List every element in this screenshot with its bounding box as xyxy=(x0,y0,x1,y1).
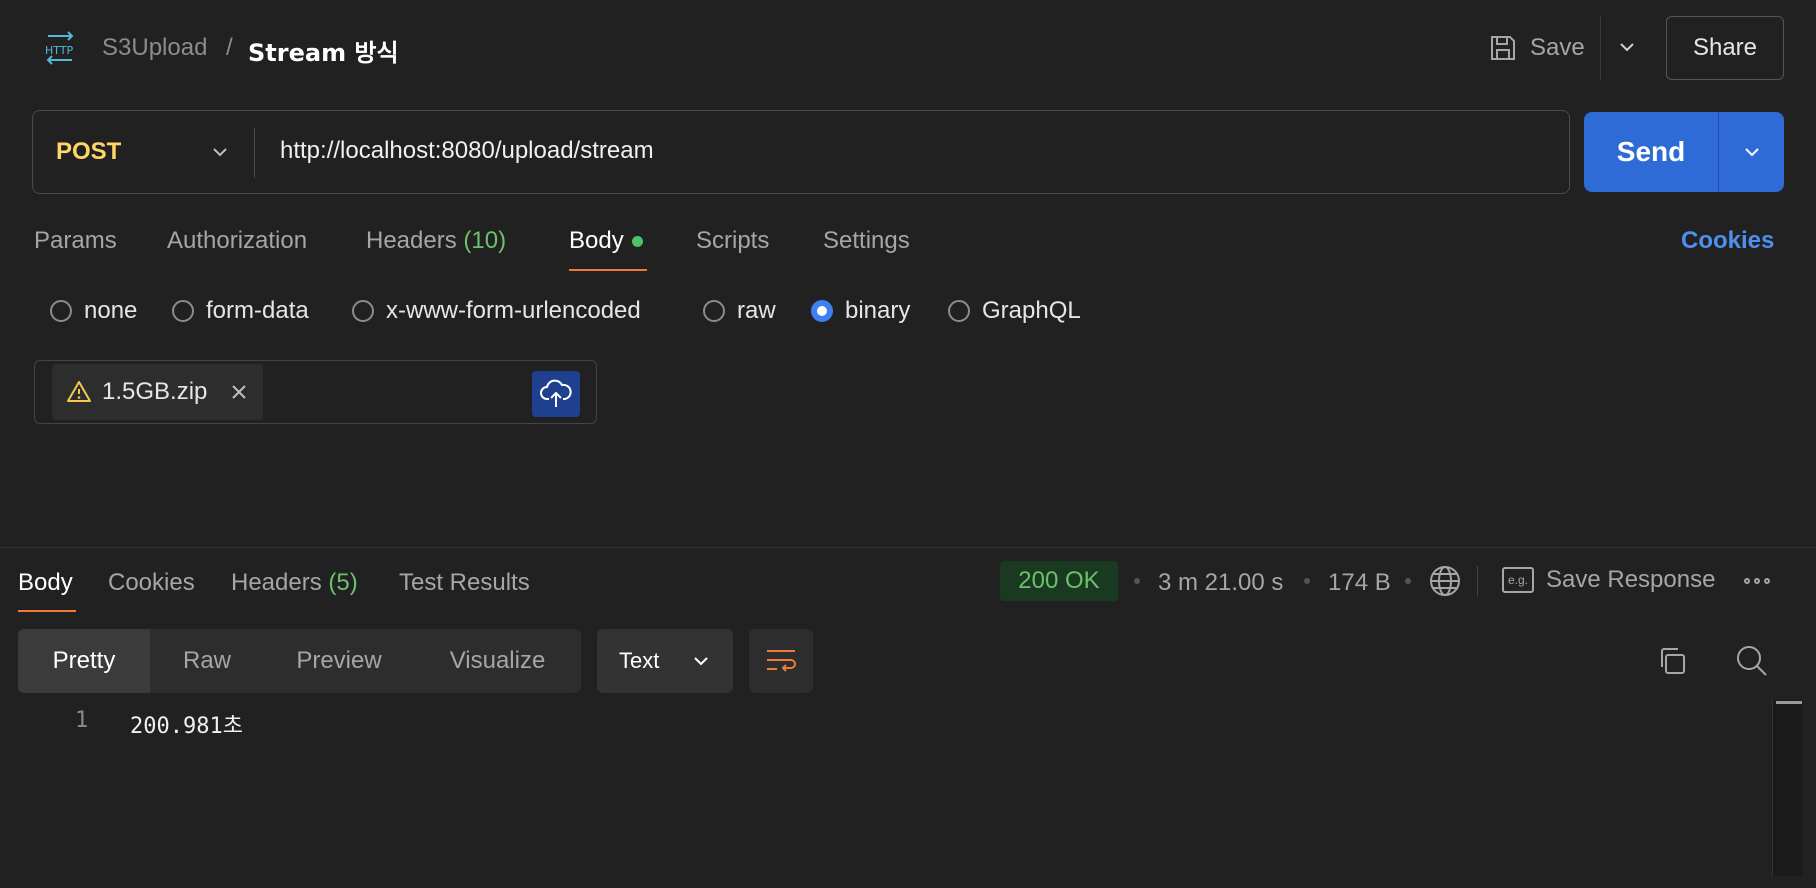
radio-urlencoded[interactable] xyxy=(352,300,374,322)
view-mode-group: Pretty Raw Preview Visualize xyxy=(18,629,581,693)
upload-file-button[interactable] xyxy=(532,371,580,417)
send-options-button[interactable] xyxy=(1718,112,1784,192)
response-body-line: 200.981초 xyxy=(130,714,243,739)
radio-graphql-label: GraphQL xyxy=(982,297,1081,324)
radio-binary-label: binary xyxy=(845,297,911,324)
response-tab-test-results[interactable]: Test Results xyxy=(399,569,530,597)
tab-body-underline xyxy=(569,269,647,271)
cloud-upload-icon xyxy=(540,379,572,409)
meta-separator-dot xyxy=(1134,578,1140,584)
response-size[interactable]: 174 B xyxy=(1328,569,1391,597)
view-visualize[interactable]: Visualize xyxy=(414,629,581,693)
meta-separator-dot xyxy=(1304,578,1310,584)
format-label: Text xyxy=(619,648,660,673)
tab-headers-count: (10) xyxy=(463,227,507,254)
chevron-down-icon xyxy=(691,651,711,671)
save-response-button[interactable]: e.g. Save Response xyxy=(1502,566,1715,594)
line-number: 1 xyxy=(75,708,89,733)
breadcrumb-collection[interactable]: S3Upload xyxy=(102,34,207,62)
warning-icon xyxy=(66,379,92,405)
response-scrollbar[interactable] xyxy=(1772,700,1802,876)
tab-settings[interactable]: Settings xyxy=(823,227,910,255)
save-divider xyxy=(1600,16,1601,80)
method-select[interactable]: POST xyxy=(34,112,252,192)
body-active-dot xyxy=(631,235,643,247)
tab-scripts[interactable]: Scripts xyxy=(696,227,769,255)
radio-graphql[interactable] xyxy=(948,300,970,322)
response-tab-cookies[interactable]: Cookies xyxy=(108,569,195,597)
chevron-down-icon xyxy=(1617,37,1637,57)
body-type-raw[interactable]: raw xyxy=(703,297,776,325)
response-time[interactable]: 3 m 21.00 s xyxy=(1158,569,1283,597)
wrap-lines-icon xyxy=(765,647,797,675)
radio-raw[interactable] xyxy=(703,300,725,322)
status-badge[interactable]: 200 OK xyxy=(1000,561,1118,601)
radio-none[interactable] xyxy=(50,300,72,322)
cookies-link[interactable]: Cookies xyxy=(1681,227,1774,255)
request-title[interactable]: Stream 방식 xyxy=(248,33,399,68)
view-pretty[interactable]: Pretty xyxy=(18,629,150,693)
save-response-label: Save Response xyxy=(1546,566,1716,593)
save-icon xyxy=(1488,33,1518,63)
save-options-button[interactable] xyxy=(1612,32,1642,62)
copy-icon[interactable] xyxy=(1656,645,1688,677)
breadcrumb-separator: / xyxy=(226,34,233,61)
method-divider xyxy=(254,128,255,178)
response-tab-headers-label: Headers xyxy=(231,569,322,596)
example-icon: e.g. xyxy=(1502,567,1534,593)
radio-form-data[interactable] xyxy=(172,300,194,322)
tab-body[interactable]: Body xyxy=(569,227,643,255)
format-select[interactable]: Text xyxy=(597,629,733,693)
tab-headers[interactable]: Headers (10) xyxy=(366,227,506,255)
share-button[interactable]: Share xyxy=(1666,16,1784,80)
request-url-bar xyxy=(32,110,1570,194)
send-button[interactable]: Send xyxy=(1584,112,1718,192)
url-input[interactable]: http://localhost:8080/upload/stream xyxy=(280,137,654,165)
tab-authorization[interactable]: Authorization xyxy=(167,227,307,255)
globe-icon[interactable] xyxy=(1428,564,1462,598)
response-scrollbar-thumb[interactable] xyxy=(1776,701,1802,704)
meta-divider xyxy=(1477,566,1478,596)
body-type-binary[interactable]: binary xyxy=(811,297,910,325)
method-label: POST xyxy=(56,138,122,165)
chevron-down-icon xyxy=(210,142,230,162)
save-button[interactable]: Save xyxy=(1488,30,1585,66)
file-chip: 1.5GB.zip xyxy=(52,364,264,420)
http-icon: HTTP xyxy=(42,30,78,66)
tab-body-label: Body xyxy=(569,227,624,254)
file-name: 1.5GB.zip xyxy=(102,378,208,405)
view-preview[interactable]: Preview xyxy=(264,629,414,693)
wrap-lines-button[interactable] xyxy=(749,629,813,693)
radio-none-label: none xyxy=(84,297,138,324)
tab-params[interactable]: Params xyxy=(34,227,117,255)
meta-separator-dot xyxy=(1405,578,1411,584)
body-type-urlencoded[interactable]: x-www-form-urlencoded xyxy=(352,297,641,325)
search-icon[interactable] xyxy=(1735,644,1769,678)
body-type-none[interactable]: none xyxy=(50,297,137,325)
remove-file-icon[interactable] xyxy=(229,382,249,402)
save-label: Save xyxy=(1530,34,1585,61)
radio-raw-label: raw xyxy=(737,297,776,324)
tab-headers-label: Headers xyxy=(366,227,457,254)
response-tab-headers[interactable]: Headers (5) xyxy=(231,569,358,597)
pane-divider[interactable] xyxy=(0,547,1816,548)
radio-form-data-label: form-data xyxy=(206,297,309,324)
radio-urlencoded-label: x-www-form-urlencoded xyxy=(386,297,641,324)
response-tab-body-underline xyxy=(18,610,76,612)
body-type-graphql[interactable]: GraphQL xyxy=(948,297,1081,325)
more-options-icon[interactable] xyxy=(1744,578,1770,584)
svg-text:HTTP: HTTP xyxy=(45,44,74,57)
response-tab-headers-count: (5) xyxy=(328,569,358,596)
view-raw[interactable]: Raw xyxy=(150,629,264,693)
chevron-down-icon xyxy=(1742,142,1762,162)
radio-binary[interactable] xyxy=(811,300,833,322)
body-type-form-data[interactable]: form-data xyxy=(172,297,309,325)
response-tab-body[interactable]: Body xyxy=(18,569,73,597)
